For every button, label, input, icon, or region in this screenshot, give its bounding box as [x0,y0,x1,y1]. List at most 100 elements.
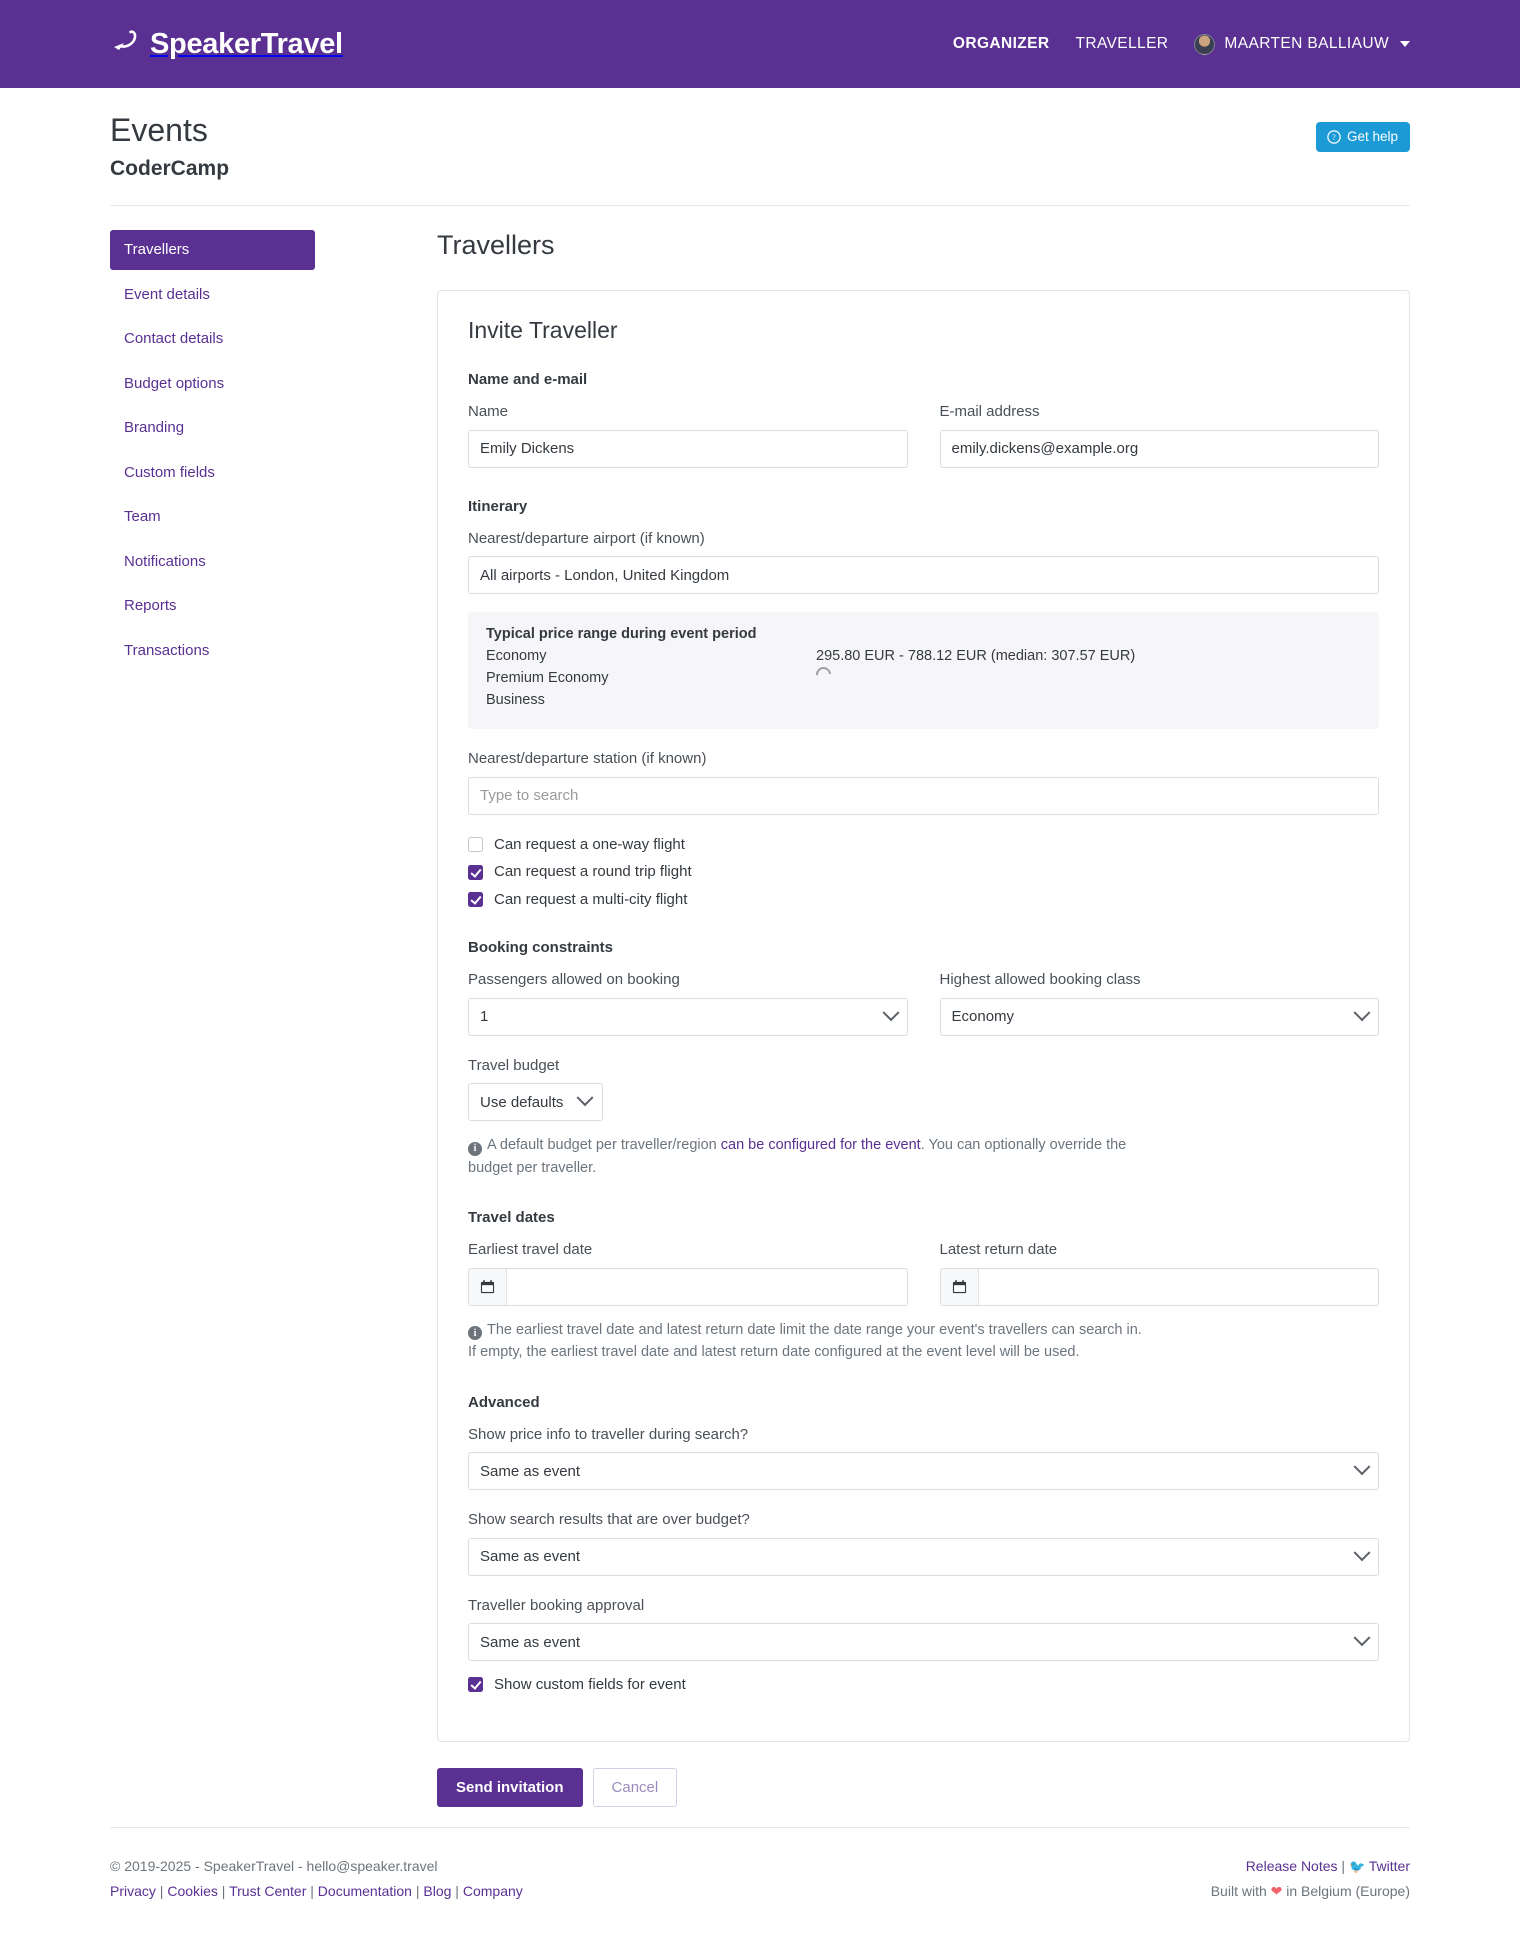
sidebar-item-notifications[interactable]: Notifications [110,542,315,582]
footer-link-release-notes[interactable]: Release Notes [1246,1858,1338,1874]
checkbox-multi-city-flight[interactable] [468,892,483,907]
email-input[interactable] [939,429,1379,468]
price-class-names: Economy Premium Economy Business [486,645,816,711]
booking-constraints-row: Passengers allowed on booking 1 Highest … [468,970,1379,1036]
info-icon: i [468,1326,482,1341]
footer-link-trust-center[interactable]: Trust Center [229,1883,306,1899]
checkbox-row-multi-city[interactable]: Can request a multi-city flight [468,890,1379,910]
chevron-down-icon [1353,1629,1371,1647]
booking-class-value: Economy [951,1008,1015,1026]
page-title: Events [110,112,208,148]
travel-dates-note: i The earliest travel date and latest ret… [468,1319,1148,1364]
airport-input[interactable] [468,556,1379,595]
passengers-select[interactable]: 1 [468,997,908,1036]
twitter-bird-icon: 🐦 [1348,1859,1366,1875]
footer-links: Privacy | Cookies | Trust Center | Docum… [110,1882,523,1899]
price-class-business: Business [486,692,545,709]
section-heading-name-email: Name and e-mail [468,371,588,389]
price-info-value: Same as event [480,1462,581,1480]
price-value-business [816,689,1361,711]
sidebar-item-travellers[interactable]: Travellers [110,230,315,270]
caret-down-icon [1400,41,1410,47]
email-label: E-mail address [939,403,1040,421]
sidebar-item-event-details[interactable]: Event details [110,275,315,315]
chevron-down-icon [1353,1458,1371,1476]
section-heading-travel-dates: Travel dates [468,1209,555,1227]
question-circle-icon: ? [1327,129,1341,144]
footer-link-twitter[interactable]: Twitter [1369,1858,1410,1874]
get-help-button[interactable]: ? Get help [1315,122,1410,152]
booking-class-select[interactable]: Economy [939,997,1379,1036]
user-menu[interactable]: MAARTEN BALLIAUW [1194,33,1410,55]
passengers-value: 1 [480,1008,489,1026]
chevron-down-icon [1353,1543,1371,1561]
top-navbar: SpeakerTravel ORGANIZER TRAVELLER MAARTE… [0,0,1520,88]
sidebar: Travellers Event details Contact details… [110,230,315,675]
built-with-suffix: in Belgium (Europe) [1282,1882,1410,1899]
nav-link-traveller[interactable]: TRAVELLER [1076,35,1169,53]
checkbox-show-custom-fields[interactable] [468,1677,483,1693]
latest-return-date-field[interactable] [939,1267,1379,1306]
airport-label: Nearest/departure airport (if known) [468,529,705,547]
price-class-economy: Economy [486,648,547,665]
main-content: Travellers Invite Traveller Name and e-m… [315,230,1410,1808]
checkbox-row-round-trip[interactable]: Can request a round trip flight [468,862,1379,882]
footer-link-privacy[interactable]: Privacy [110,1883,156,1899]
built-with-prefix: Built with [1210,1882,1271,1899]
footer-link-cookies[interactable]: Cookies [167,1883,218,1899]
name-label: Name [468,403,509,421]
price-info-select[interactable]: Same as event [468,1452,1379,1491]
latest-date-calendar-button[interactable] [940,1268,979,1305]
name-email-row: Name E-mail address [468,402,1379,468]
booking-approval-value: Same as event [480,1633,581,1651]
typical-price-range-panel: Typical price range during event period … [468,612,1379,730]
sidebar-item-branding[interactable]: Branding [110,408,315,448]
price-panel-heading: Typical price range during event period [486,626,757,643]
travel-budget-select[interactable]: Use defaults [468,1083,604,1122]
name-input[interactable] [468,429,908,468]
navbar-right: ORGANIZER TRAVELLER MAARTEN BALLIAUW [953,33,1410,55]
station-input[interactable] [468,776,1379,815]
latest-return-date-input[interactable] [978,1268,1378,1305]
svg-text:?: ? [1332,133,1336,142]
over-budget-value: Same as event [480,1548,581,1566]
footer-link-blog[interactable]: Blog [423,1883,451,1899]
earliest-date-calendar-button[interactable] [469,1268,507,1305]
checkbox-row-custom-fields[interactable]: Show custom fields for event [468,1675,1379,1695]
checkbox-label-one-way: Can request a one-way flight [494,835,685,853]
cancel-button[interactable]: Cancel [592,1767,678,1808]
content-title: Travellers [437,230,555,261]
checkbox-row-one-way[interactable]: Can request a one-way flight [468,835,1379,855]
checkbox-label-show-custom-fields: Show custom fields for event [494,1676,686,1694]
section-heading-itinerary: Itinerary [468,497,528,515]
chevron-down-icon [882,1004,899,1021]
checkbox-label-multi-city: Can request a multi-city flight [494,890,688,908]
price-values: 295.80 EUR - 788.12 EUR (median: 307.57 … [812,645,1361,711]
loading-spinner-icon [812,664,835,686]
footer-built-with: Built with ❤ in Belgium (Europe) [1211,1879,1410,1904]
over-budget-select[interactable]: Same as event [468,1537,1379,1576]
footer-right-links: Release Notes | 🐦 Twitter [1245,1858,1410,1875]
sidebar-item-reports[interactable]: Reports [110,586,315,626]
form-actions: Send invitation Cancel [437,1742,1410,1808]
calendar-icon [480,1280,495,1294]
booking-approval-select[interactable]: Same as event [468,1623,1379,1662]
footer-link-documentation[interactable]: Documentation [318,1883,412,1899]
sidebar-item-transactions[interactable]: Transactions [110,631,315,671]
travel-budget-value: Use defaults [480,1093,564,1111]
budget-note-link[interactable]: can be configured for the event [721,1137,921,1153]
send-invitation-button[interactable]: Send invitation [437,1767,583,1808]
footer-link-company[interactable]: Company [463,1883,523,1899]
sidebar-item-custom-fields[interactable]: Custom fields [110,453,315,493]
nav-link-organizer[interactable]: ORGANIZER [953,35,1050,53]
checkbox-round-trip-flight[interactable] [468,864,483,880]
invite-traveller-card: Invite Traveller Name and e-mail Name E-… [437,290,1410,1742]
sidebar-item-contact-details[interactable]: Contact details [110,319,315,359]
brand-logo-link[interactable]: SpeakerTravel [110,28,343,61]
sidebar-item-team[interactable]: Team [110,497,315,537]
earliest-travel-date-input[interactable] [507,1268,907,1305]
earliest-travel-date-label: Earliest travel date [468,1241,593,1259]
checkbox-one-way-flight[interactable] [468,837,483,852]
sidebar-item-budget-options[interactable]: Budget options [110,364,315,404]
earliest-travel-date-field[interactable] [468,1267,908,1306]
